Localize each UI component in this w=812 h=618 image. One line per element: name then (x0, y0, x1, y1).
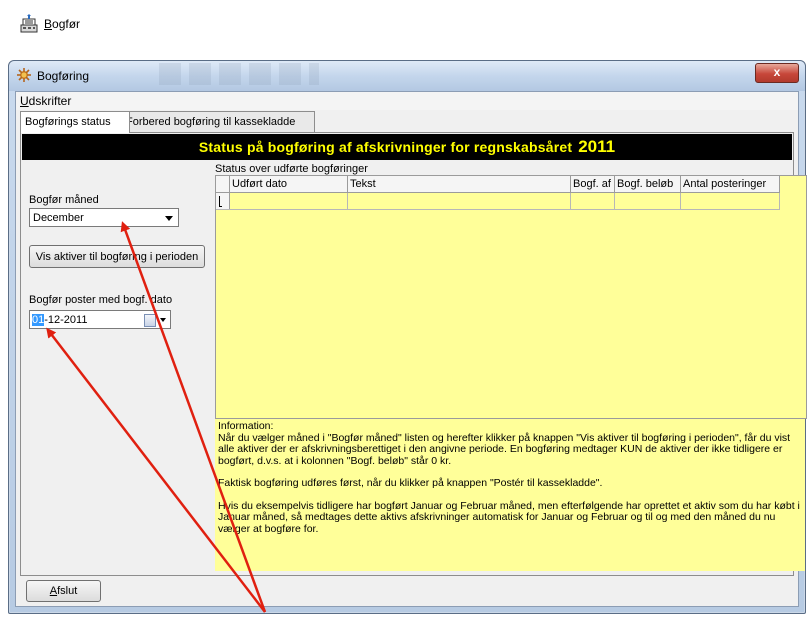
window-titlebar[interactable]: Bogføring x (9, 61, 805, 91)
background-ghost (159, 63, 319, 85)
tab-panel: Status på bogføring af afskrivninger for… (20, 132, 807, 576)
afslut-button[interactable]: Afslut (26, 580, 101, 602)
cell-udfort-dato[interactable] (230, 193, 348, 209)
information-panel: Information: Når du vælger måned i "Bogf… (215, 419, 805, 571)
posting-date-picker[interactable]: 01-12-2011 (29, 310, 171, 329)
show-assets-button[interactable]: Vis aktiver til bogføring i perioden (29, 245, 205, 268)
grid-title: Status over udførte bogføringer (215, 163, 368, 175)
grid-header: Udført dato Tekst Bogf. af Bogf. beløb A… (216, 176, 780, 193)
info-paragraph-1: Når du vælger måned i "Bogfør måned" lis… (218, 431, 791, 467)
month-value: December (33, 212, 84, 224)
table-row[interactable] (216, 193, 780, 210)
date-label: Bogfør poster med bogf. dato (29, 294, 173, 306)
banner-title: Status på bogføring af afskrivninger for… (198, 139, 573, 155)
date-day-selected: 01 (32, 314, 45, 326)
menu-bar: Udskrifter (16, 92, 798, 110)
cell-antal-posteringer[interactable] (681, 193, 780, 209)
close-button[interactable]: x (755, 63, 799, 83)
menu-udskrifter[interactable]: Udskrifter (20, 94, 71, 108)
close-icon: x (773, 65, 781, 79)
cell-bogf-belob[interactable] (615, 193, 681, 209)
window-app-icon (17, 68, 31, 82)
month-dropdown[interactable]: December (29, 208, 179, 227)
row-cursor-icon (219, 196, 222, 207)
row-selector[interactable] (216, 193, 230, 209)
chevron-down-icon (165, 216, 173, 221)
calendar-icon[interactable] (144, 314, 156, 327)
bogfor-toolbar-label: Bogfør (44, 17, 81, 31)
tab-forbered-bogforing[interactable]: Forbered bogføring til kassekladde (121, 111, 315, 132)
cell-tekst[interactable] (348, 193, 571, 209)
bogforing-window: Bogføring x Udskrifter Bogførings status… (8, 60, 807, 614)
info-heading: Information: (218, 420, 274, 432)
cell-bogf-af[interactable] (571, 193, 615, 209)
date-rest: -12-2011 (44, 314, 88, 326)
window-title: Bogføring (37, 69, 90, 83)
bogfor-toolbar-button[interactable]: Bogfør (12, 10, 86, 38)
grid-corner (216, 176, 230, 192)
col-tekst[interactable]: Tekst (348, 176, 571, 192)
bookkeeping-icon (20, 14, 38, 33)
status-banner: Status på bogføring af afskrivninger for… (22, 134, 792, 160)
col-bogf-belob[interactable]: Bogf. beløb (615, 176, 681, 192)
info-paragraph-3: Hvis du eksempelvis tidligere har bogfør… (218, 499, 800, 535)
col-antal-posteringer[interactable]: Antal posteringer (681, 176, 780, 192)
col-udfort-dato[interactable]: Udført dato (230, 176, 348, 192)
banner-year: 2011 (578, 137, 616, 156)
chevron-down-icon[interactable] (160, 318, 166, 322)
window-client: Udskrifter Bogførings status Forbered bo… (15, 91, 807, 607)
col-bogf-af[interactable]: Bogf. af (571, 176, 615, 192)
info-paragraph-2: Faktisk bogføring udføres først, når du … (218, 477, 603, 489)
status-grid[interactable]: Udført dato Tekst Bogf. af Bogf. beløb A… (215, 175, 807, 419)
month-label: Bogfør måned (29, 194, 99, 206)
tab-bogforings-status[interactable]: Bogførings status (20, 111, 130, 133)
